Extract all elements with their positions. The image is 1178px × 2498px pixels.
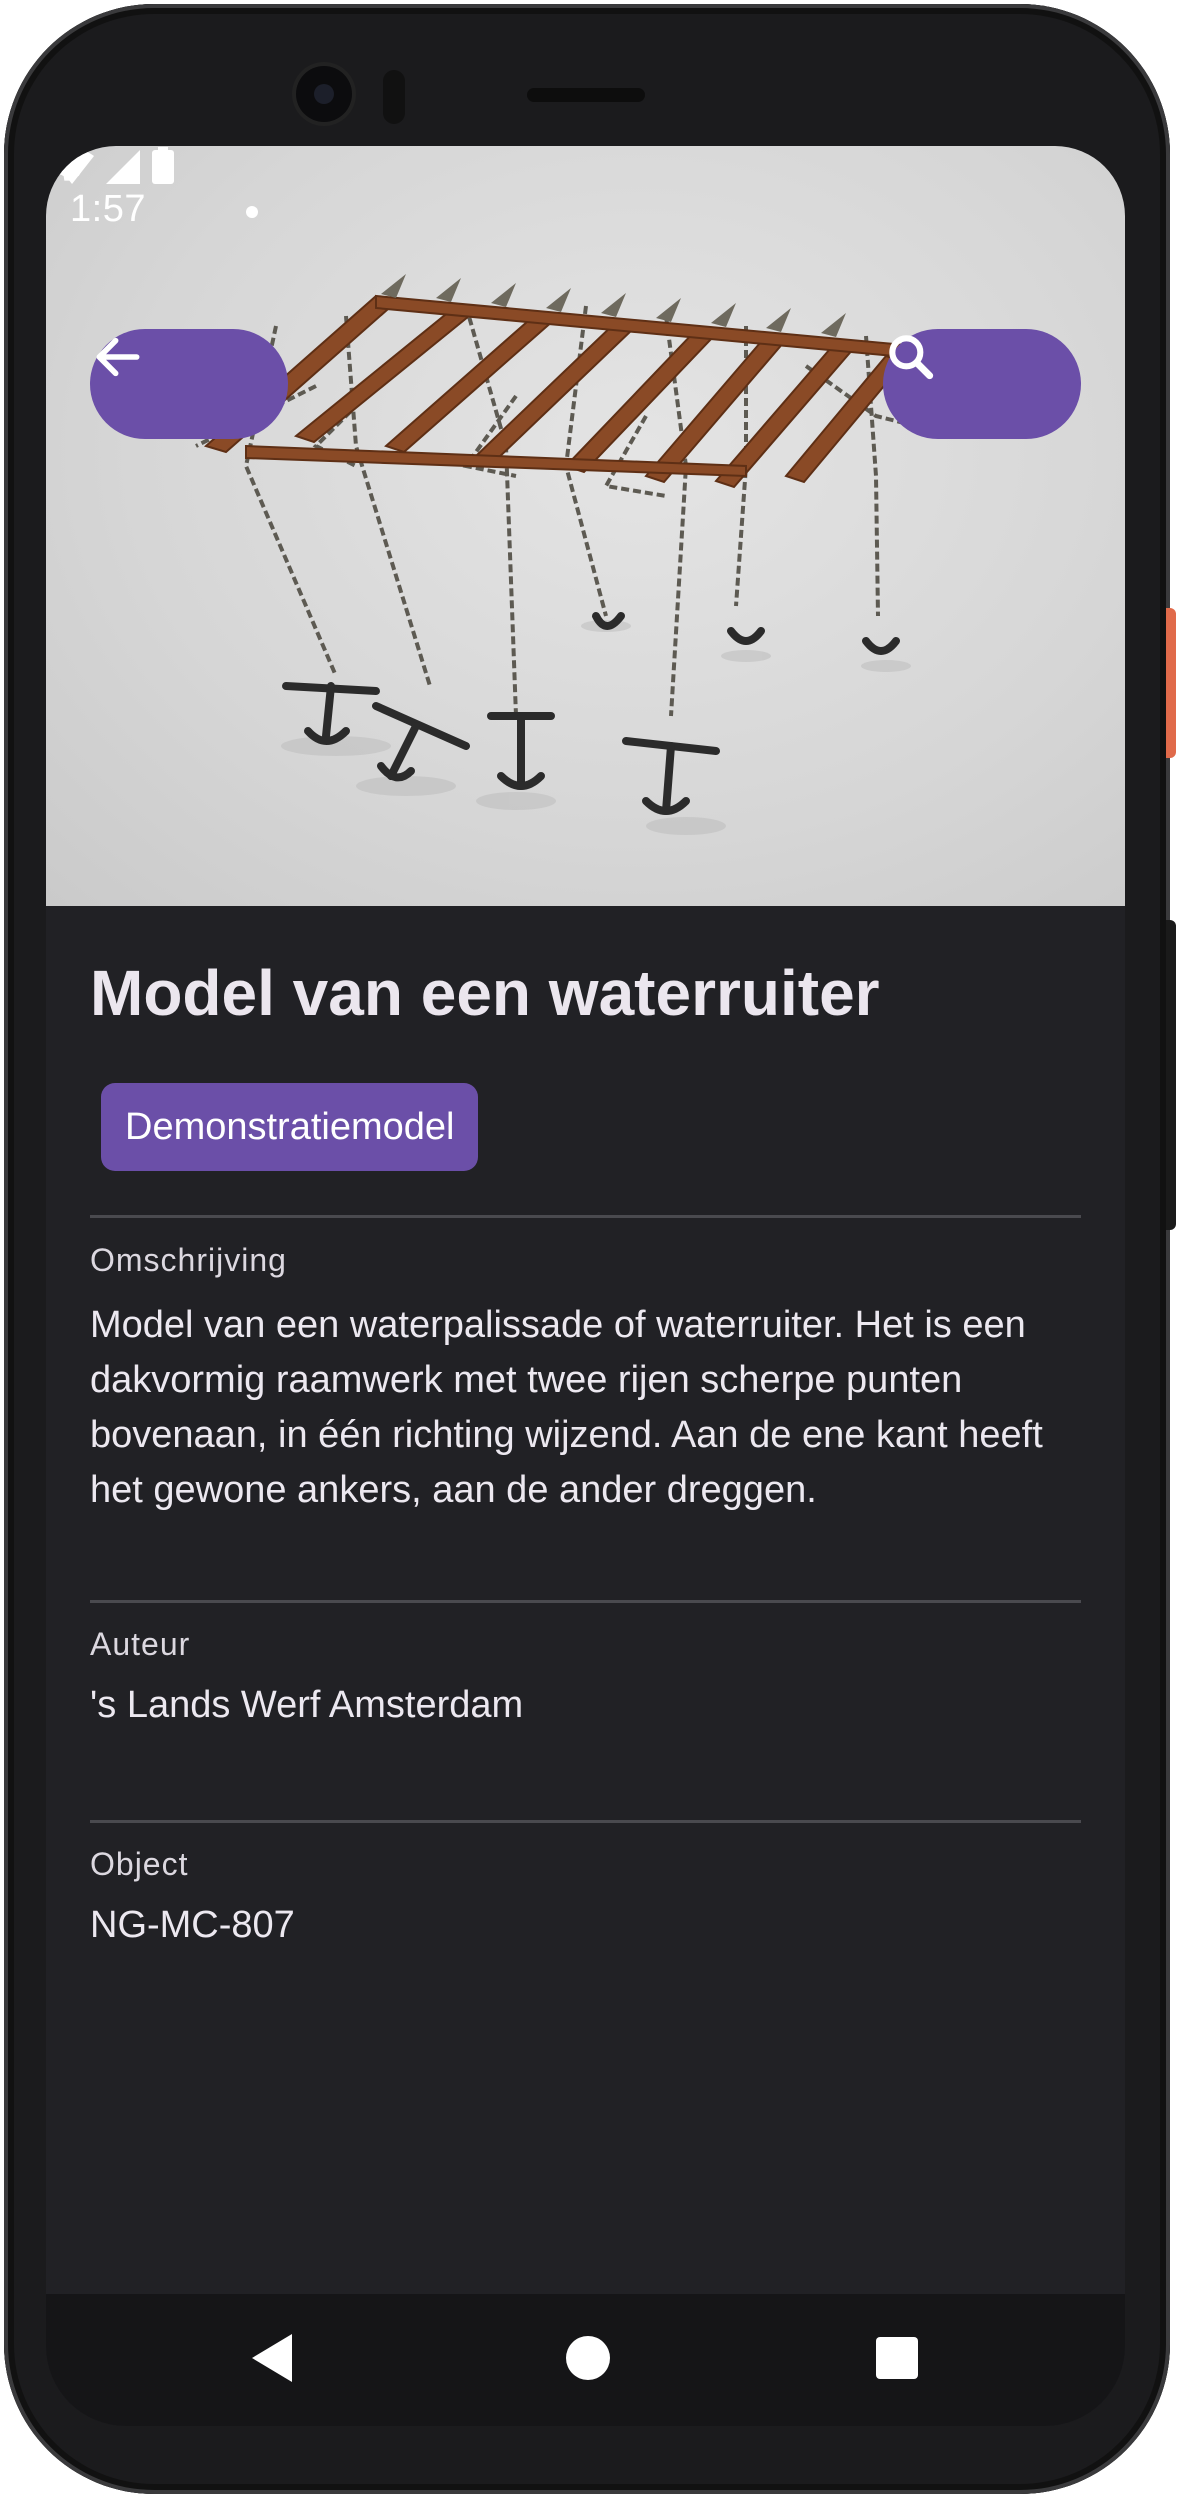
description-label: Omschrijving bbox=[90, 1242, 287, 1278]
author-value: 's Lands Werf Amsterdam bbox=[90, 1684, 524, 1726]
front-camera bbox=[296, 66, 352, 122]
author-label: Auteur bbox=[90, 1626, 191, 1662]
screen: 1:57 Model van een waterruiter Demonstra… bbox=[46, 146, 1125, 2426]
artwork-image: 1:57 bbox=[46, 146, 1125, 906]
battery-icon bbox=[152, 150, 174, 184]
earpiece-speaker bbox=[527, 88, 645, 102]
artwork-details: Model van een waterruiter Demonstratiemo… bbox=[46, 906, 1125, 2286]
status-bar: 1:57 bbox=[46, 146, 1125, 276]
back-button[interactable] bbox=[90, 329, 288, 439]
divider bbox=[90, 1820, 1081, 1823]
nav-home-icon[interactable] bbox=[566, 2336, 610, 2380]
divider bbox=[90, 1600, 1081, 1603]
divider bbox=[90, 1215, 1081, 1218]
proximity-sensor bbox=[383, 70, 405, 124]
object-value: NG-MC-807 bbox=[90, 1904, 295, 1946]
artwork-title: Model van een waterruiter bbox=[90, 957, 880, 1029]
description-text: Model van een waterpalissade of waterrui… bbox=[90, 1304, 1043, 1511]
notification-dot bbox=[246, 206, 258, 218]
system-navigation-bar bbox=[46, 2294, 1125, 2426]
arrow-left-icon bbox=[96, 337, 140, 377]
status-time: 1:57 bbox=[70, 188, 146, 230]
volume-button bbox=[1166, 920, 1176, 1230]
object-label: Object bbox=[90, 1846, 189, 1882]
search-button[interactable] bbox=[883, 329, 1081, 439]
status-indicators bbox=[50, 147, 174, 184]
category-chip[interactable]: Demonstratiemodel bbox=[101, 1083, 479, 1171]
nav-back-icon[interactable] bbox=[248, 2330, 298, 2386]
cell-signal-icon bbox=[106, 150, 140, 184]
search-icon bbox=[889, 335, 934, 380]
power-button bbox=[1166, 608, 1176, 758]
nav-recents-icon[interactable] bbox=[876, 2337, 918, 2379]
wifi-icon bbox=[50, 148, 94, 184]
